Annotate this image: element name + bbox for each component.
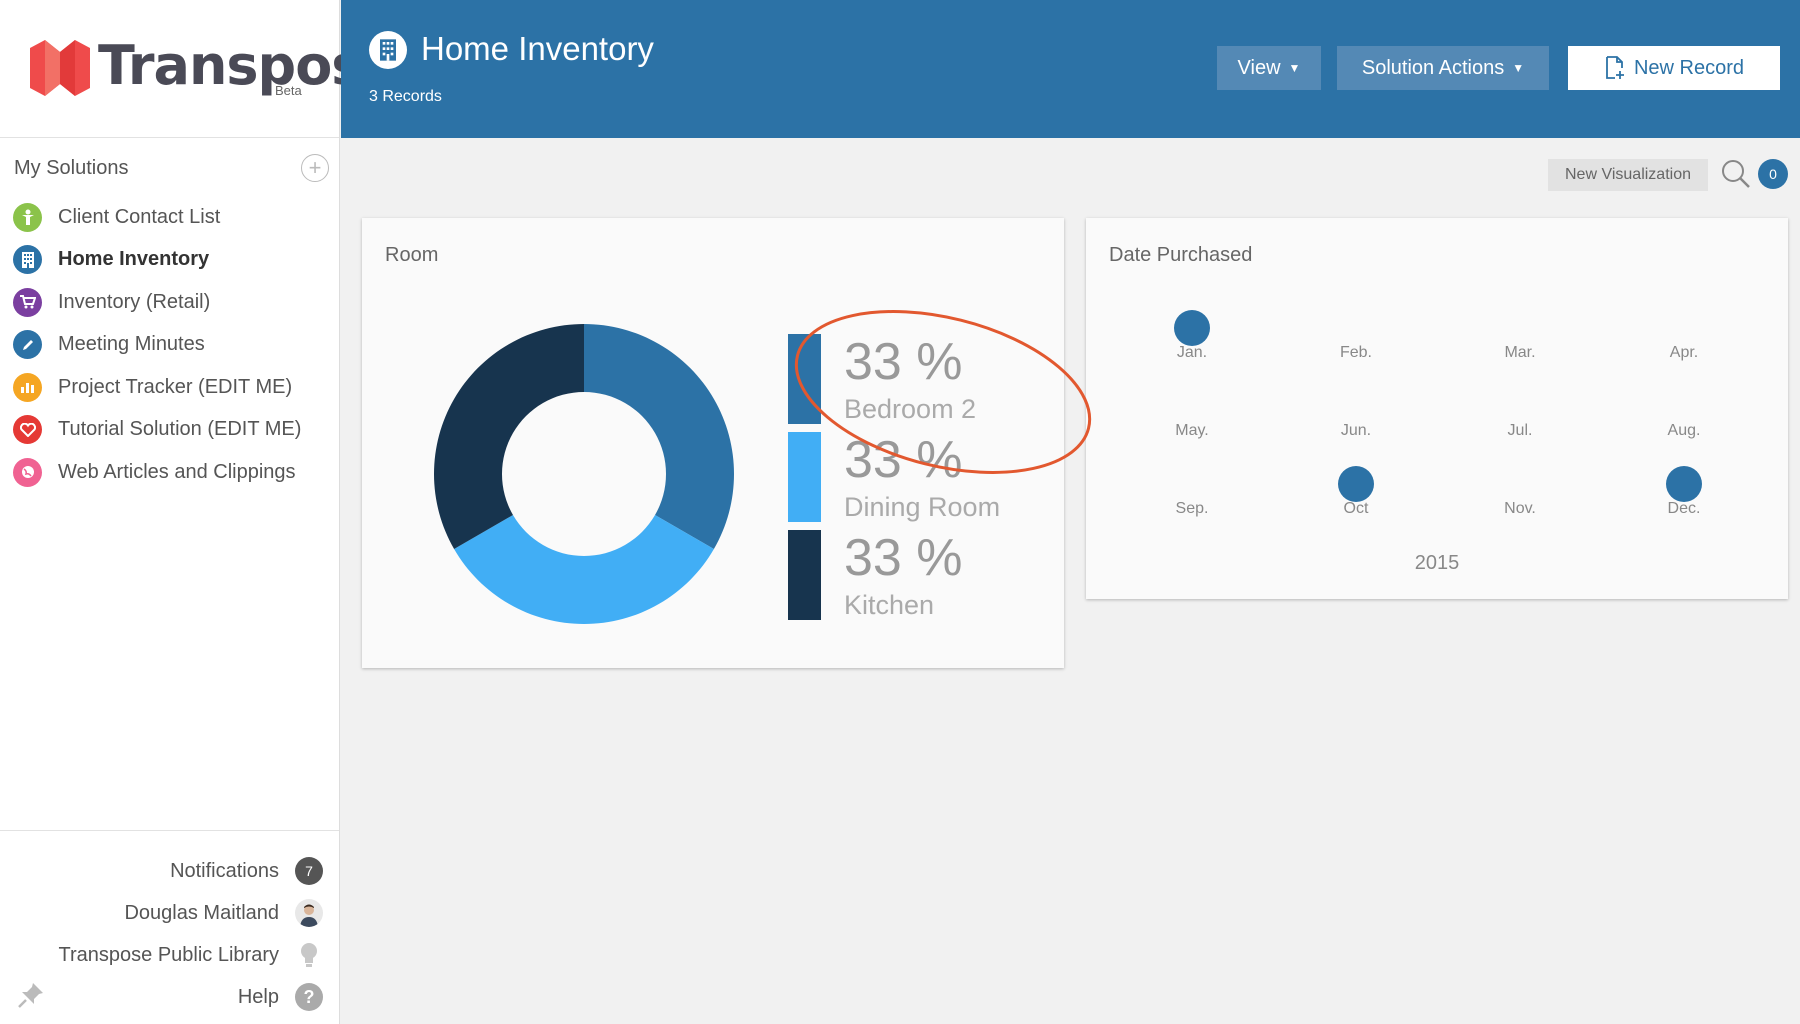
logo-area: Transpose Beta [0,0,399,138]
sidebar-item-label: Inventory (Retail) [58,290,211,313]
calendar-year: 2015 [1414,552,1460,574]
caret-down-icon: ▼ [1288,61,1301,75]
sidebar-item-label: Meeting Minutes [58,333,205,356]
sidebar-item-label: Web Articles and Clippings [58,460,296,483]
user-profile-link[interactable]: Douglas Maitland [124,892,323,934]
beta-badge: Beta [275,83,302,98]
calendar-month-label: Sep. [1175,500,1209,517]
card-title: Room [385,244,439,266]
donut-slice-bedroom-2[interactable] [584,324,734,549]
sidebar-item-client-contact-list[interactable]: Client Contact List [0,196,339,239]
globe-icon [13,457,42,487]
transpose-logo-icon[interactable] [30,40,90,96]
add-solution-icon[interactable]: + [301,154,329,182]
view-button-label: View [1237,56,1281,79]
cart-icon [13,287,42,317]
sidebar-item-inventory-retail[interactable]: Inventory (Retail) [0,281,339,324]
sidebar-item-label: Tutorial Solution (EDIT ME) [58,418,302,441]
notifications-count-badge: 7 [295,857,323,885]
solution-actions-button[interactable]: Solution Actions ▼ [1337,46,1549,90]
legend-swatch [788,530,821,620]
sidebar-item-meeting-minutes[interactable]: Meeting Minutes [0,324,339,367]
legend-percent: 33 % [844,333,963,391]
calendar-month-label: May. [1175,422,1209,439]
calendar-month-label: Oct [1343,500,1369,517]
help-label: Help [237,985,279,1008]
room-visualization-card: Room 33 % Bedroom 2 33 % Dining Room 33 … [362,218,1064,668]
sidebar-item-label: Project Tracker (EDIT ME) [58,375,293,398]
notifications-link[interactable]: Notifications 7 [170,850,323,892]
sidebar-item-web-articles[interactable]: Web Articles and Clippings [0,451,339,494]
solution-list: Client Contact List Home Inventory Inven… [0,196,339,494]
public-library-label: Transpose Public Library [58,943,279,966]
search-icon[interactable] [1720,158,1752,190]
legend-item-kitchen[interactable]: 33 % Kitchen [788,530,1048,620]
help-link[interactable]: Help ? [238,976,323,1018]
card-title: Date Purchased [1109,244,1253,266]
legend-swatch [788,432,821,522]
solution-header: Home Inventory 3 Records View ▼ Solution… [341,0,1800,138]
user-name: Douglas Maitland [124,901,279,924]
heart-icon [13,415,42,445]
page-title: Home Inventory [421,30,654,67]
sidebar-item-project-tracker[interactable]: Project Tracker (EDIT ME) [0,366,339,409]
legend-item-bedroom-2[interactable]: 33 % Bedroom 2 [788,334,1048,424]
visualization-count-badge[interactable]: 0 [1758,159,1788,189]
calendar-dot[interactable] [1666,466,1702,502]
calendar-dot[interactable] [1174,310,1210,346]
date-purchased-visualization-card: Date Purchased 2015 Jan. Feb. Mar. Apr. May.… [1086,218,1788,599]
my-solutions-label: My Solutions [14,156,129,179]
person-icon [13,202,42,232]
donut-slice-kitchen[interactable] [434,324,584,549]
view-dropdown-button[interactable]: View ▼ [1217,46,1321,90]
legend-percent: 33 % [844,529,963,587]
new-record-button[interactable]: New Record [1568,46,1780,90]
pin-icon[interactable] [16,980,46,1010]
chart-icon [13,372,42,402]
sidebar-item-label: Client Contact List [58,205,221,228]
calendar-month-label: Jun. [1340,422,1372,439]
donut-slice-dining-room[interactable] [454,515,714,624]
public-library-link[interactable]: Transpose Public Library [59,934,323,976]
sidebar-item-tutorial-solution[interactable]: Tutorial Solution (EDIT ME) [0,409,339,452]
building-icon [13,245,42,275]
legend-percent: 33 % [844,431,963,489]
help-icon: ? [295,983,323,1011]
building-icon [369,31,407,69]
record-count: 3 Records [369,88,442,105]
sidebar-item-home-inventory[interactable]: Home Inventory [0,239,339,282]
caret-down-icon: ▼ [1512,61,1525,75]
calendar-month-label: Dec. [1667,500,1701,517]
sidebar-item-label: Home Inventory [58,248,210,271]
legend-label: Bedroom 2 [844,394,977,424]
legend-item-dining-room[interactable]: 33 % Dining Room [788,432,1048,522]
legend-label: Dining Room [844,492,1001,522]
new-record-label: New Record [1633,56,1745,79]
notifications-label: Notifications [170,859,279,882]
calendar-month-label: Apr. [1669,344,1699,361]
calendar-month-label: Nov. [1504,500,1536,517]
room-donut-chart[interactable] [434,324,734,624]
new-visualization-button[interactable]: New Visualization [1548,159,1708,191]
sidebar-footer [0,830,339,831]
my-solutions-header: My Solutions + [14,150,329,186]
new-document-icon [1606,56,1624,79]
legend-label: Kitchen [844,590,935,620]
calendar-dot[interactable] [1338,466,1374,502]
lightbulb-icon [295,941,323,969]
legend-swatch [788,334,821,424]
pencil-icon [13,330,42,360]
calendar-month-label: Aug. [1667,422,1701,439]
avatar [295,899,323,927]
solution-actions-label: Solution Actions [1361,56,1505,79]
sidebar: Transpose Beta My Solutions + Client Con… [0,0,399,1024]
calendar-month-label: Jul. [1507,422,1533,439]
calendar-month-label: Feb. [1339,344,1372,361]
calendar-month-label: Mar. [1504,344,1536,361]
calendar-month-label: Jan. [1176,344,1208,361]
